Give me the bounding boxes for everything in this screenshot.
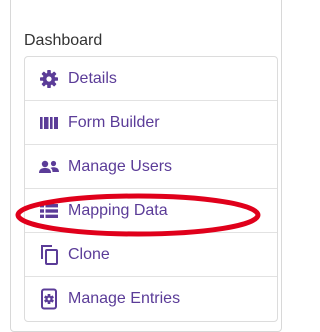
- form-builder-icon: [38, 112, 60, 134]
- menu-item-details[interactable]: Details: [25, 57, 277, 101]
- menu-item-label: Manage Entries: [68, 290, 181, 307]
- menu-item-manage-users[interactable]: Manage Users: [25, 145, 277, 189]
- clone-icon: [38, 244, 60, 266]
- menu-item-label: Form Builder: [68, 113, 160, 131]
- dashboard-heading: Dashboard: [24, 32, 103, 49]
- gear-icon: [38, 68, 60, 90]
- menu-item-label: Clone: [68, 245, 110, 263]
- list-icon: [38, 200, 60, 222]
- menu-item-clone[interactable]: Clone: [25, 233, 277, 277]
- menu-item-form-builder[interactable]: Form Builder: [25, 101, 277, 145]
- users-icon: [38, 156, 60, 178]
- menu-item-label: Details: [68, 69, 117, 87]
- menu-item-label: Manage Users: [68, 157, 173, 175]
- menu-item-manage-entries[interactable]: Manage Entries: [25, 277, 277, 321]
- manage-entries-icon: [38, 288, 60, 310]
- dashboard-menu: Details Form Builder Manage Users Mappin…: [24, 56, 278, 322]
- menu-item-mapping-data[interactable]: Mapping Data: [25, 189, 277, 233]
- menu-item-label: Mapping Data: [68, 201, 168, 219]
